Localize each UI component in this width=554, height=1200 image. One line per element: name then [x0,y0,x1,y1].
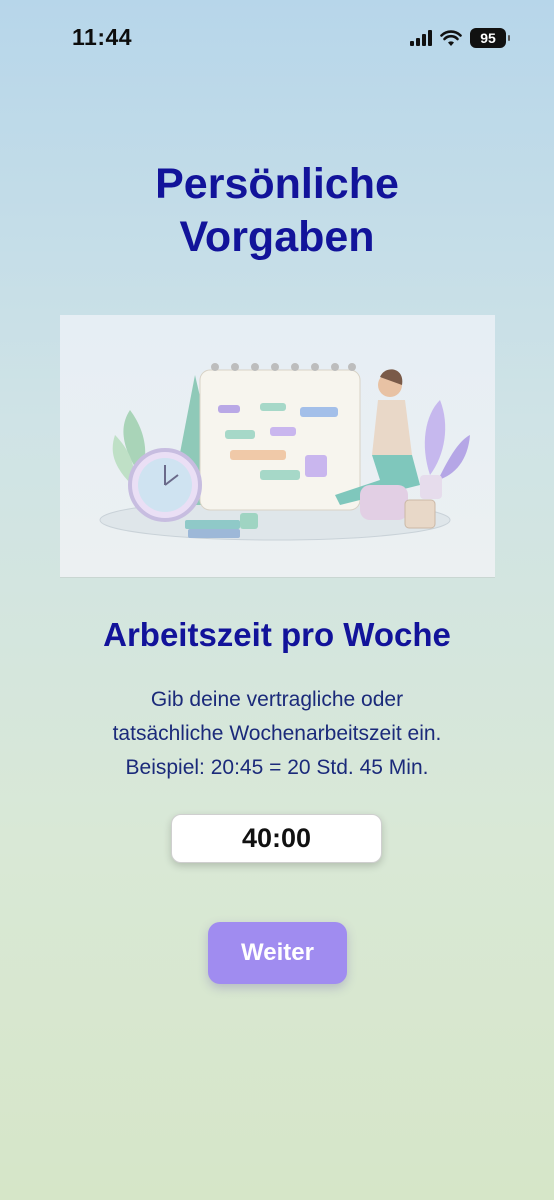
status-bar: 11:44 95 [0,0,554,74]
page-title: Persönliche Vorgaben [0,158,554,264]
stool-icon [360,485,408,520]
section-title: Arbeitszeit pro Woche [103,616,451,653]
page-title-line1: Persönliche [155,160,399,208]
status-icons: 95 [410,26,510,50]
next-button[interactable]: Weiter [208,922,347,984]
wifi-icon [440,29,462,46]
person-body [372,400,412,455]
books-icon [185,520,240,529]
description-line1: Gib deine vertragliche oder [150,688,404,711]
calendar-icon [199,369,361,511]
weekly-hours-input[interactable] [171,814,382,863]
description-line2: tatsächliche Wochenarbeitszeit ein. [112,722,442,745]
cellular-signal-icon [410,30,432,46]
status-time: 11:44 [72,24,133,50]
mug-icon [240,513,258,529]
description-line3: Beispiel: 20:45 = 20 Std. 45 Min. [125,756,429,779]
page-title-line2: Vorgaben [179,213,375,261]
hero-illustration [60,315,495,578]
description: Gib deine vertragliche oder tatsächliche… [40,683,514,785]
right-leaf-icon [424,400,446,475]
battery-icon: 95 [470,28,510,48]
bag-icon [404,499,436,529]
